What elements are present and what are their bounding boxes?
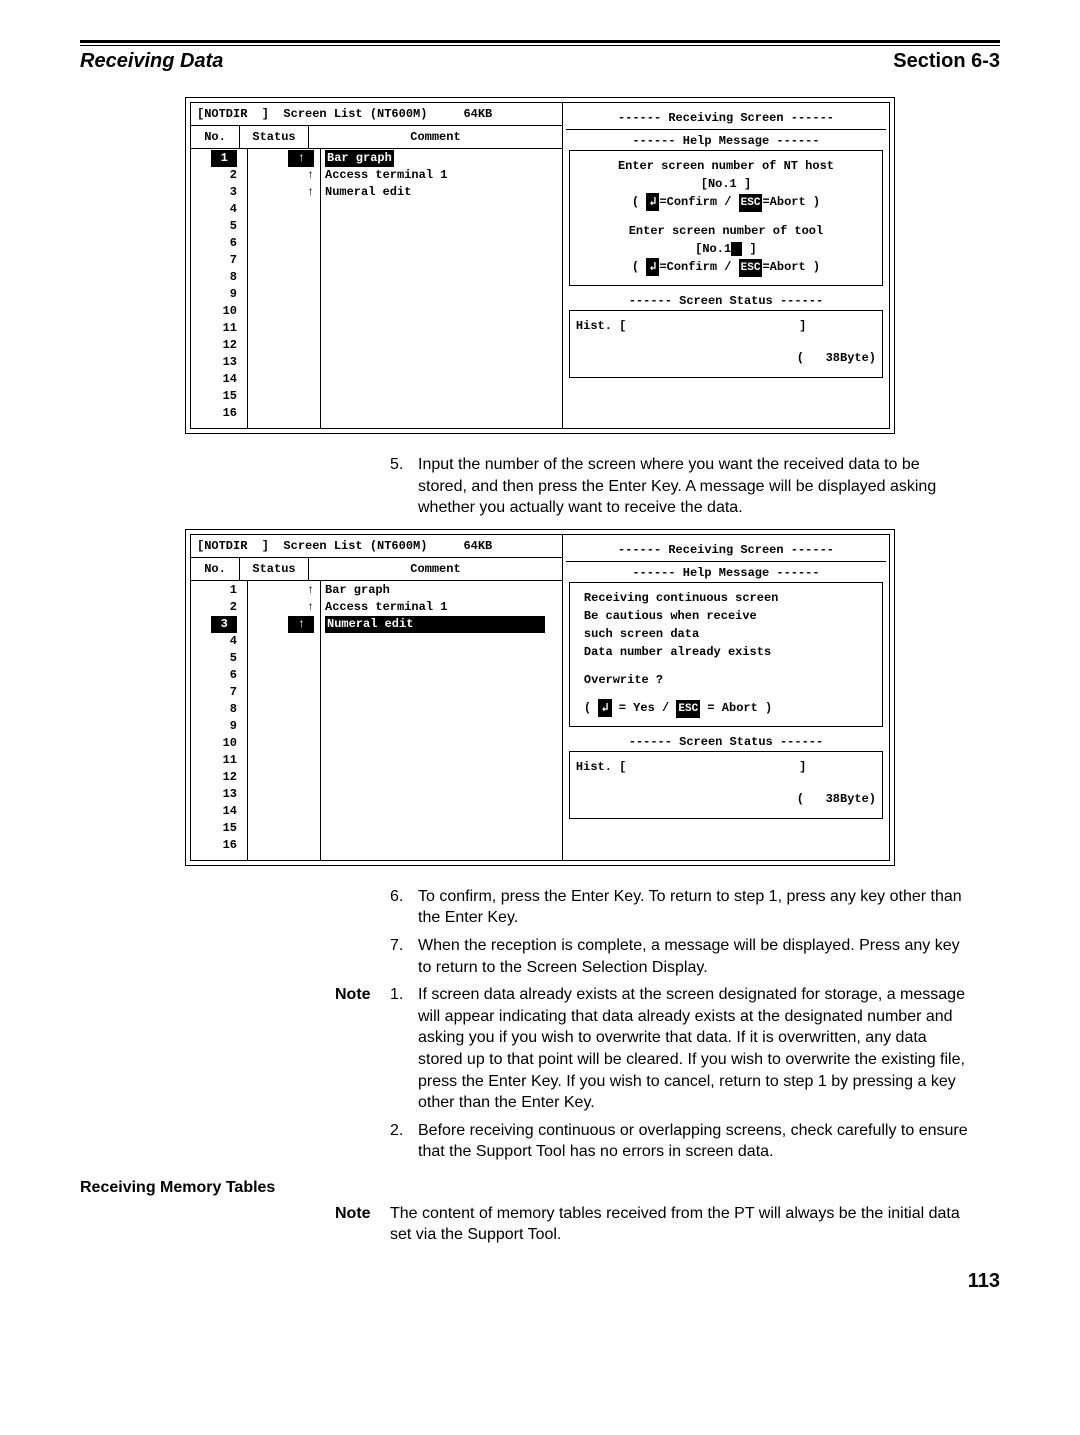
step-7: 7. When the reception is complete, a mes… — [390, 935, 970, 978]
page-header: Receiving Data Section 6-3 — [80, 50, 1000, 73]
help-title: ------ Help Message ------ — [566, 130, 886, 148]
header-section: Section 6-3 — [893, 50, 1000, 73]
selected-row: Numeral edit — [325, 616, 545, 633]
table-comments: Bar graph Access terminal 1 Numeral edit — [321, 149, 562, 428]
esc-key-icon: ESC — [739, 259, 763, 277]
selected-row: Bar graph — [325, 150, 394, 167]
col-header-comment: Comment — [309, 126, 562, 148]
panel-title: ------ Receiving Screen ------ — [566, 107, 886, 130]
cursor-icon — [731, 242, 742, 256]
subheading: Receiving Memory Tables — [80, 1177, 1000, 1199]
window-title: [NOTDIR ] Screen List (NT600M) 64KB — [191, 103, 562, 126]
table-comments: Bar graph Access terminal 1 Numeral edit — [321, 581, 562, 860]
note-2: 2. Before receiving continuous or overla… — [335, 1120, 970, 1163]
panel-title: ------ Receiving Screen ------ — [566, 539, 886, 562]
col-header-no: No. — [191, 126, 240, 148]
esc-key-icon: ESC — [676, 700, 700, 718]
note-memory-tables: Note The content of memory tables receiv… — [335, 1203, 970, 1246]
step-5: 5. Input the number of the screen where … — [390, 454, 970, 519]
col-header-comment: Comment — [309, 558, 562, 580]
page-number: 113 — [80, 1270, 1000, 1293]
table-status: ↑ ↑ ↑ — [248, 581, 321, 860]
note-1: Note 1. If screen data already exists at… — [335, 984, 970, 1114]
enter-key-icon: ↲ — [598, 699, 611, 717]
window-title: [NOTDIR ] Screen List (NT600M) 64KB — [191, 535, 562, 558]
help-panel: Receiving continuous screen Be cautious … — [569, 582, 883, 727]
status-title: ------ Screen Status ------ — [566, 735, 886, 749]
esc-key-icon: ESC — [739, 194, 763, 212]
status-title: ------ Screen Status ------ — [566, 294, 886, 308]
status-panel: Hist. [ ] ( 38Byte) — [569, 310, 883, 378]
terminal-screenshot-1: [NOTDIR ] Screen List (NT600M) 64KB No. … — [185, 97, 895, 434]
table-numbers: 1 2 3 4 5 6 7 8 9 10 11 12 13 14 15 16 — [191, 581, 248, 860]
col-header-no: No. — [191, 558, 240, 580]
col-header-status: Status — [240, 558, 309, 580]
help-title: ------ Help Message ------ — [566, 562, 886, 580]
step-6: 6. To confirm, press the Enter Key. To r… — [390, 886, 970, 929]
header-topic: Receiving Data — [80, 50, 223, 73]
enter-key-icon: ↲ — [646, 258, 659, 276]
header-rule — [80, 40, 1000, 46]
status-panel: Hist. [ ] ( 38Byte) — [569, 751, 883, 819]
col-header-status: Status — [240, 126, 309, 148]
terminal-screenshot-2: [NOTDIR ] Screen List (NT600M) 64KB No. … — [185, 529, 895, 866]
help-panel: Enter screen number of NT host [No.1 ] (… — [569, 150, 883, 286]
enter-key-icon: ↲ — [646, 193, 659, 211]
table-status: ↑ ↑ ↑ — [248, 149, 321, 428]
table-numbers: 1 2 3 4 5 6 7 8 9 10 11 12 13 14 15 16 — [191, 149, 248, 428]
